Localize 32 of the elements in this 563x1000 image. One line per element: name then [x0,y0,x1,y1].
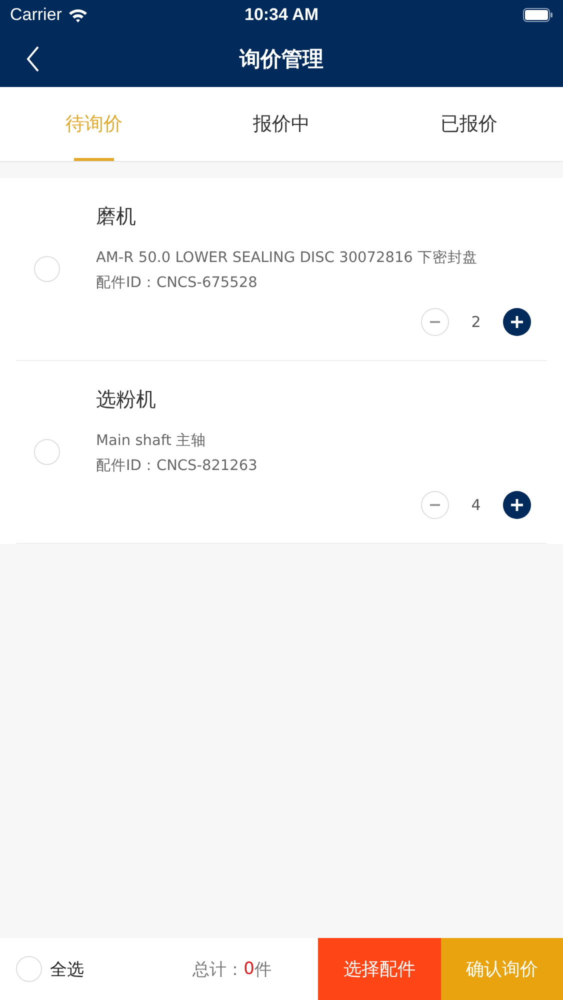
page-title: 询价管理 [238,46,324,72]
decrease-button[interactable] [421,308,449,336]
wifi-icon [68,8,88,22]
tab-underline [74,158,114,161]
tab[interactable]: 已报价 [375,87,563,161]
item-checkbox[interactable] [34,439,60,465]
part-description: Main shaft 主轴 [96,432,207,450]
decrease-button[interactable] [421,490,449,518]
increase-button[interactable] [503,308,531,336]
part-description: AM-R 50.0 LOWER SEALING DISC 30072816 下密封盘 [96,248,479,266]
select-all-checkbox[interactable] [16,956,42,982]
total-unit: 件 [254,958,272,980]
item-checkbox[interactable] [34,256,60,282]
select-all-label: 全选 [50,958,84,980]
plus-icon [510,314,524,328]
quantity-value: 4 [470,496,482,514]
plus-icon [510,498,524,512]
part-id: 配件ID：CNCS-821263 [96,456,258,474]
tab[interactable]: 待询价 [0,87,188,161]
part-id: 配件ID：CNCS-675528 [96,274,258,292]
quantity-value: 2 [470,312,482,330]
confirm-inquiry-button[interactable]: 确认询价 [440,938,563,1000]
clock-time: 10:34 AM [244,5,318,25]
tab[interactable]: 报价中 [188,87,376,161]
increase-button[interactable] [503,490,531,518]
machine-name: 磨机 [96,202,137,230]
select-parts-button[interactable]: 选择配件 [318,938,440,1000]
battery-icon [522,8,553,22]
machine-name: 选粉机 [96,386,157,412]
total-count: 0 [244,959,254,979]
total-label: 总计： [192,958,244,980]
carrier-label: Carrier [10,5,62,25]
